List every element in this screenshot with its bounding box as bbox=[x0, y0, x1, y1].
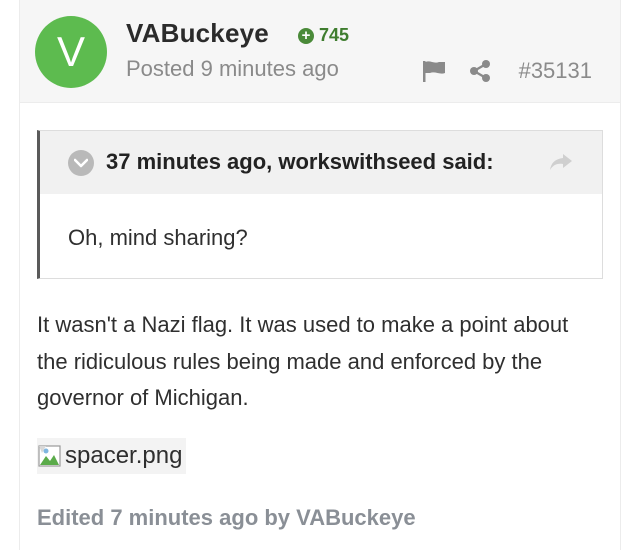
post-header: V VABuckeye + 745 Posted 9 minutes ago #… bbox=[20, 0, 620, 103]
avatar[interactable]: V bbox=[35, 16, 107, 88]
image-alt-text: spacer.png bbox=[65, 442, 183, 469]
share-icon[interactable] bbox=[469, 60, 491, 82]
post-number-link[interactable]: #35131 bbox=[519, 58, 592, 84]
broken-image-icon bbox=[38, 445, 61, 467]
edited-note: Edited 7 minutes ago by VABuckeye bbox=[37, 505, 416, 530]
content-line: governor of Michigan. bbox=[37, 385, 249, 410]
reputation-badge[interactable]: + 745 bbox=[298, 25, 349, 46]
quote-citation: 37 minutes ago, workswithseed said: bbox=[106, 149, 494, 174]
chevron-down-icon[interactable] bbox=[68, 150, 94, 176]
plus-circle-icon: + bbox=[298, 27, 314, 44]
author-name[interactable]: VABuckeye bbox=[126, 18, 269, 49]
reputation-count: 745 bbox=[319, 25, 350, 45]
forward-arrow-icon[interactable] bbox=[548, 151, 574, 173]
posted-time: Posted 9 minutes ago bbox=[126, 56, 339, 81]
post-tools: #35131 bbox=[421, 58, 592, 84]
quote-block: 37 minutes ago, workswithseed said: Oh, … bbox=[37, 130, 603, 279]
content-line: It wasn't a Nazi flag. It was used to ma… bbox=[37, 312, 569, 337]
broken-image[interactable]: spacer.png bbox=[37, 438, 187, 474]
content-line: the ridiculous rules being made and enfo… bbox=[37, 348, 543, 374]
quote-header: 37 minutes ago, workswithseed said: bbox=[40, 131, 602, 194]
forum-post: V VABuckeye + 745 Posted 9 minutes ago #… bbox=[0, 0, 640, 550]
post-content: It wasn't a Nazi flag. It was used to ma… bbox=[37, 307, 607, 417]
flag-icon[interactable] bbox=[421, 60, 447, 82]
quote-text: Oh, mind sharing? bbox=[68, 225, 248, 250]
